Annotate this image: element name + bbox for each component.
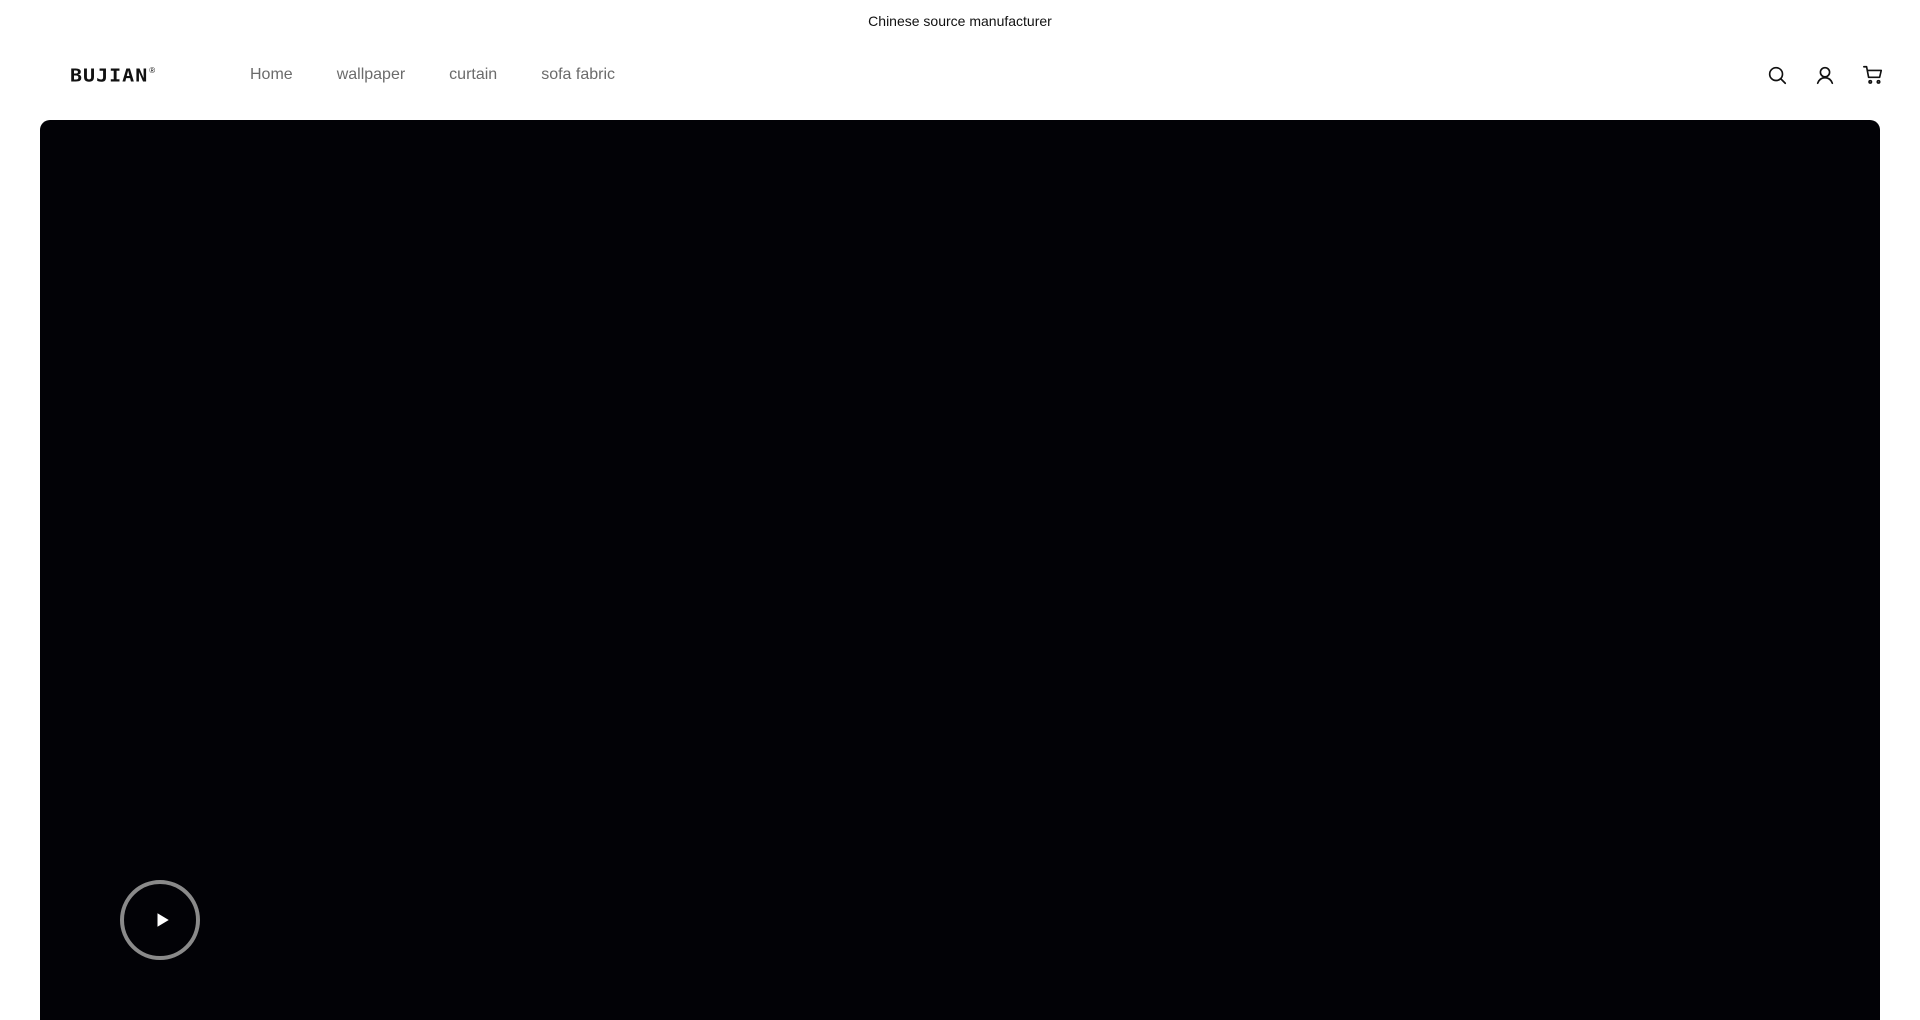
- search-icon[interactable]: [1765, 63, 1789, 87]
- header-icons: [1741, 42, 1885, 108]
- announcement-bar: Chinese source manufacturer: [0, 0, 1920, 42]
- cart-icon[interactable]: [1861, 63, 1885, 87]
- nav-item-wallpaper[interactable]: wallpaper: [337, 66, 405, 84]
- nav-item-sofa-fabric[interactable]: sofa fabric: [541, 66, 615, 84]
- announcement-text: Chinese source manufacturer: [868, 13, 1052, 29]
- site-header: BUJIAN ® Home wallpaper curtain sofa fab…: [0, 42, 1920, 108]
- site-logo[interactable]: BUJIAN ®: [70, 64, 155, 86]
- play-button[interactable]: [120, 880, 200, 960]
- main-nav: Home wallpaper curtain sofa fabric: [250, 42, 659, 108]
- nav-item-home[interactable]: Home: [250, 66, 293, 84]
- logo-registered-mark: ®: [149, 65, 156, 75]
- account-icon[interactable]: [1813, 63, 1837, 87]
- logo-text: BUJIAN: [70, 64, 149, 86]
- hero-video[interactable]: [40, 120, 1880, 1020]
- nav-item-curtain[interactable]: curtain: [449, 66, 497, 84]
- play-icon: [157, 913, 169, 927]
